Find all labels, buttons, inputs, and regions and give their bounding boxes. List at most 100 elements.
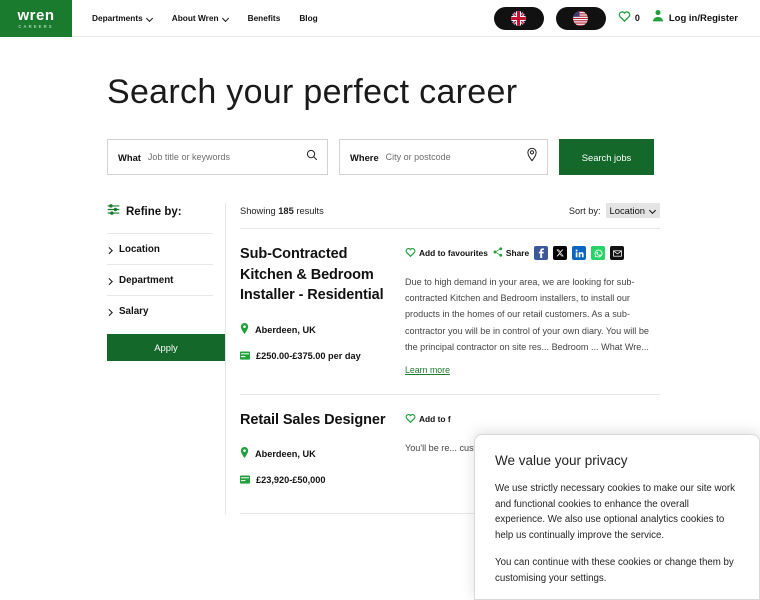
us-flag-icon — [573, 10, 589, 26]
refine-title: Refine by: — [126, 206, 182, 218]
cookie-consent-dialog: We value your privacy We use strictly ne… — [474, 434, 760, 600]
site-header: wren CAREERS Departments About Wren Bene… — [0, 0, 760, 37]
heart-icon — [405, 410, 416, 428]
job-listing-card: Sub-Contracted Kitchen & Bedroom Install… — [240, 229, 660, 395]
nav-item-blog[interactable]: Blog — [299, 13, 317, 23]
filter-sliders-icon — [107, 203, 120, 221]
x-twitter-icon[interactable] — [553, 246, 568, 260]
job-location-row: Aberdeen, UK — [240, 321, 397, 339]
logo[interactable]: wren CAREERS — [0, 0, 72, 37]
location-pin-icon — [240, 445, 249, 463]
learn-more-link[interactable]: Learn more — [405, 365, 450, 375]
facebook-icon[interactable] — [534, 246, 549, 260]
results-count: 185 — [278, 205, 294, 216]
favourites-count: 0 — [634, 13, 640, 23]
search-input-what[interactable] — [147, 152, 317, 162]
uk-flag-icon — [511, 10, 527, 26]
nav-item-about-wren[interactable]: About Wren — [172, 13, 229, 23]
salary-card-icon — [240, 347, 250, 365]
facet-label-salary: Salary — [119, 306, 149, 317]
locale-switch-us[interactable] — [555, 6, 606, 30]
add-to-favourites-button[interactable]: Add to f — [405, 410, 451, 428]
chevron-down-icon — [146, 15, 153, 22]
job-details: Add to favourites Share Due to high dema… — [405, 244, 660, 378]
job-location: Aberdeen, UK — [255, 324, 316, 335]
logo-wordmark: wren — [17, 6, 55, 24]
filter-sidebar: Refine by: Location Department Salary Ap… — [107, 203, 225, 514]
job-title[interactable]: Sub-Contracted Kitchen & Bedroom Install… — [240, 244, 397, 306]
nav-label-benefits: Benefits — [247, 13, 281, 23]
heart-icon — [405, 244, 416, 262]
location-pin-icon — [240, 321, 249, 339]
locale-switch-uk[interactable] — [493, 6, 544, 30]
nav-item-departments[interactable]: Departments — [92, 13, 153, 23]
where-label: Where — [350, 151, 379, 163]
hero-section: Search your perfect career — [0, 37, 760, 109]
nav-label-departments: Departments — [92, 13, 143, 23]
cookie-dialog-title: We value your privacy — [495, 453, 628, 468]
sort-control: Sort by: Location — [569, 203, 660, 218]
add-to-favourites-label: Add to favourites — [419, 248, 488, 258]
job-meta: Aberdeen, UK £250.00-£375.00 per day — [240, 321, 397, 365]
job-salary-row: £23,920-£50,000 — [240, 471, 397, 489]
chevron-down-icon — [649, 207, 656, 214]
what-field-wrapper: What — [107, 139, 328, 175]
sort-by-value: Location — [609, 205, 645, 216]
salary-card-icon — [240, 471, 250, 489]
sort-by-label: Sort by: — [568, 205, 601, 216]
user-icon — [652, 9, 664, 27]
page-title: Search your perfect career — [107, 73, 518, 111]
search-input-where[interactable] — [385, 152, 537, 162]
share-label: Share — [505, 248, 530, 258]
results-count-text: Showing 185 results — [240, 206, 324, 216]
login-register-button[interactable]: Log in/Register — [652, 9, 738, 27]
what-label: What — [118, 151, 141, 163]
filter-facet-salary[interactable]: Salary — [107, 295, 213, 326]
job-salary: £23,920-£50,000 — [256, 475, 326, 486]
chevron-right-icon — [107, 277, 113, 285]
refine-header: Refine by: — [107, 203, 213, 221]
facet-label-department: Department — [119, 275, 174, 286]
cookie-paragraph-2: You can continue with these cookies or c… — [495, 556, 734, 584]
cookie-paragraph-1: We use strictly necessary cookies to mak… — [495, 483, 735, 542]
job-salary: £250.00-£375.00 per day — [256, 350, 361, 361]
job-description: Due to high demand in your area, we are … — [405, 277, 649, 352]
nav-label-blog: Blog — [299, 13, 318, 23]
page-root: wren CAREERS Departments About Wren Bene… — [0, 0, 760, 600]
job-search-bar: What Where Search jobs — [107, 139, 654, 175]
search-jobs-button[interactable]: Search jobs — [559, 139, 654, 175]
showing-prefix: Showing — [240, 205, 279, 216]
heart-icon — [618, 9, 631, 27]
search-icon[interactable] — [306, 148, 318, 166]
logo-subtitle: CAREERS — [18, 23, 54, 29]
results-header: Showing 185 results Sort by: Location — [240, 203, 660, 229]
job-meta: Aberdeen, UK £23,920-£50,000 — [240, 445, 397, 489]
filter-facet-location[interactable]: Location — [107, 233, 213, 264]
login-register-label: Log in/Register — [668, 12, 738, 24]
showing-suffix: results — [293, 205, 324, 216]
apply-filters-button[interactable]: Apply — [107, 334, 225, 361]
add-to-favourites-button[interactable]: Add to favourites — [405, 244, 488, 262]
share-icon — [493, 244, 503, 262]
email-icon[interactable] — [610, 246, 625, 260]
filter-facet-department[interactable]: Department — [107, 264, 213, 295]
sort-by-dropdown[interactable]: Location — [605, 203, 660, 218]
job-title[interactable]: Retail Sales Designer — [240, 410, 397, 431]
chevron-right-icon — [107, 308, 113, 316]
job-salary-row: £250.00-£375.00 per day — [240, 347, 397, 365]
job-summary: Sub-Contracted Kitchen & Bedroom Install… — [240, 244, 405, 378]
chevron-right-icon — [107, 246, 113, 254]
facet-label-location: Location — [119, 244, 160, 255]
location-pin-icon[interactable] — [526, 147, 538, 167]
share-button[interactable]: Share — [493, 244, 529, 262]
job-actions: Add to f — [405, 410, 660, 428]
job-location-row: Aberdeen, UK — [240, 445, 397, 463]
nav-label-about-wren: About Wren — [171, 13, 219, 23]
job-summary: Retail Sales Designer Aberdeen, UK £23,9… — [240, 410, 405, 498]
nav-item-benefits[interactable]: Benefits — [248, 13, 281, 23]
favourites-button[interactable]: 0 — [618, 9, 640, 27]
job-location: Aberdeen, UK — [255, 449, 316, 460]
linkedin-icon[interactable] — [572, 246, 587, 260]
whatsapp-icon[interactable] — [591, 246, 606, 260]
job-actions: Add to favourites Share — [405, 244, 660, 262]
